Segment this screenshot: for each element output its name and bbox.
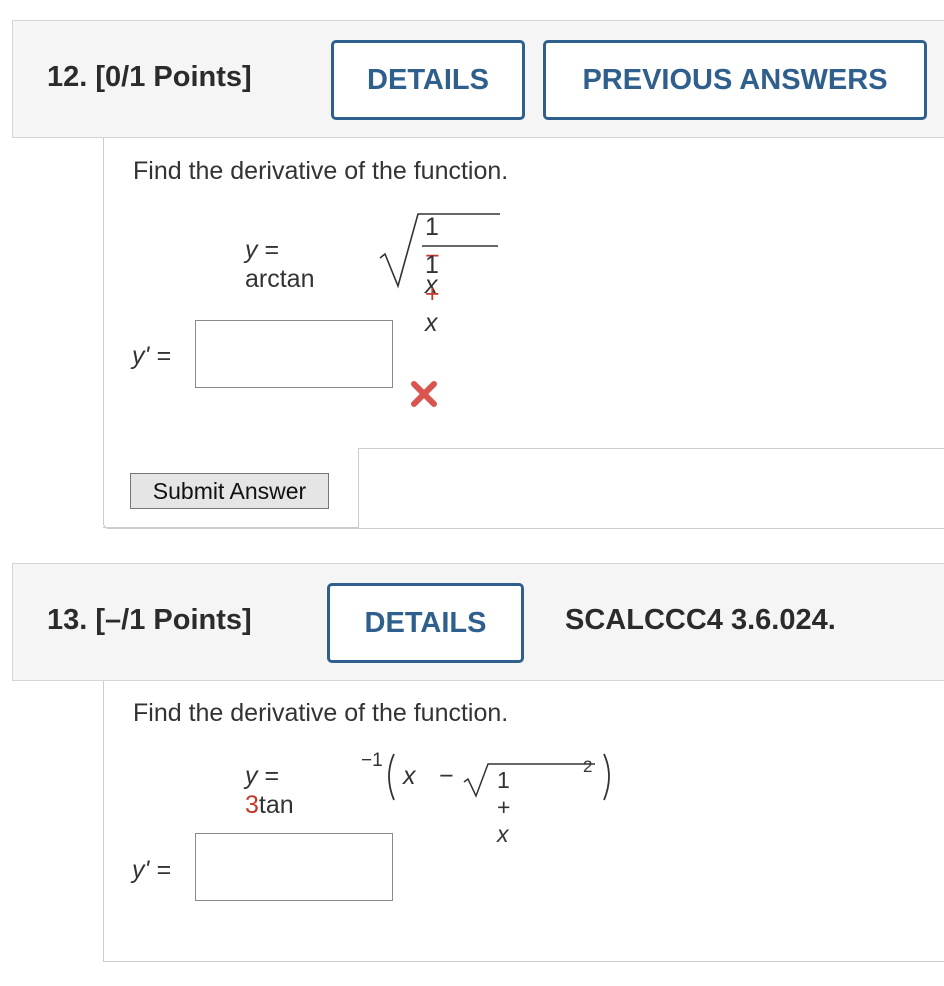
question-13-header: 13. [–/1 Points] DETAILS SCALCCC4 3.6.02…	[12, 563, 944, 681]
answer-label: y' =	[132, 342, 171, 370]
details-button[interactable]: DETAILS	[327, 583, 524, 663]
question-prompt: Find the derivative of the function.	[133, 157, 509, 185]
problem-reference: SCALCCC4 3.6.024.	[565, 604, 836, 636]
divider	[103, 527, 359, 528]
fraction-denominator: 1 + x	[425, 251, 440, 337]
question-12-header: 12. [0/1 Points] DETAILS PREVIOUS ANSWER…	[12, 20, 944, 138]
x-mark-icon	[411, 381, 437, 407]
question-prompt: Find the derivative of the function.	[133, 699, 509, 727]
question-13-title: 13. [–/1 Points]	[47, 604, 252, 636]
divider	[358, 448, 944, 449]
divider	[358, 449, 359, 528]
details-button[interactable]: DETAILS	[331, 40, 525, 120]
square-root-symbol	[379, 213, 500, 289]
submit-answer-button[interactable]: Submit Answer	[130, 473, 329, 509]
answer-label: y' =	[132, 856, 171, 884]
answer-input[interactable]	[195, 833, 393, 901]
question-12-title: 12. [0/1 Points]	[47, 61, 252, 93]
previous-answers-button[interactable]: PREVIOUS ANSWERS	[543, 40, 927, 120]
answer-input[interactable]	[195, 320, 393, 388]
